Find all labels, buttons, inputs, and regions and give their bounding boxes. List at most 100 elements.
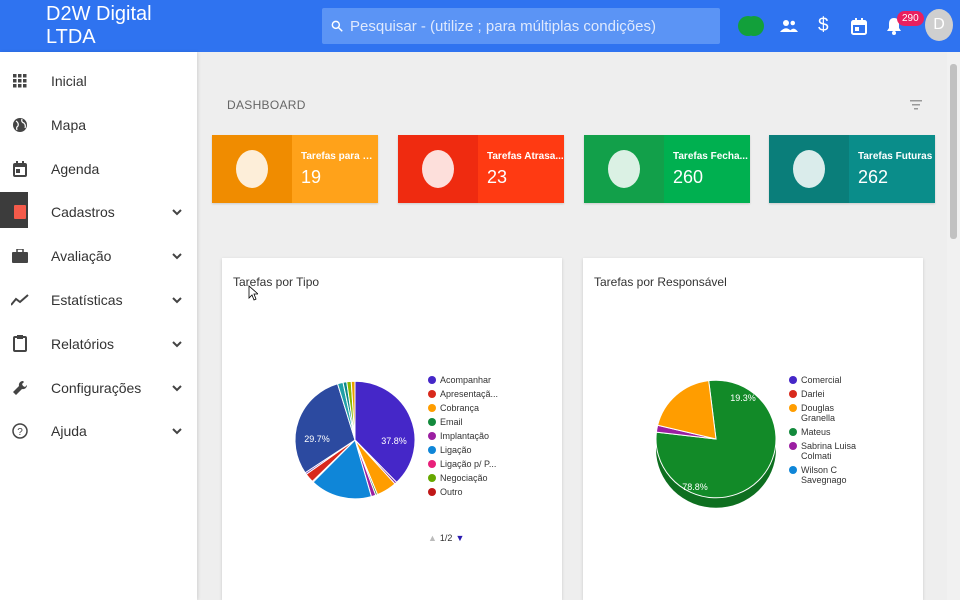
sidebar-item-ajuda[interactable]: ? Ajuda [0, 409, 197, 453]
legend-label: Acompanhar [440, 375, 492, 385]
legend-swatch [789, 404, 797, 412]
legend-swatch [428, 460, 436, 468]
search-bar[interactable] [322, 8, 720, 44]
legend-item[interactable]: Acompanhar [428, 375, 498, 385]
sidebar-item-label: Ajuda [51, 423, 87, 440]
search-input[interactable] [350, 17, 710, 35]
filter-icon[interactable] [908, 99, 924, 111]
legend-item[interactable]: Douglas Granella [789, 403, 859, 423]
chevron-down-icon[interactable] [171, 338, 183, 350]
kpi-circle-icon [793, 150, 825, 188]
trend-line-icon [11, 291, 29, 309]
legend-item[interactable]: Mateus [789, 427, 859, 437]
help-circle-icon: ? [11, 422, 29, 440]
legend-item[interactable]: Darlei [789, 389, 859, 399]
legend-swatch [428, 376, 436, 384]
legend-label: Sabrina Luisa Colmati [801, 441, 857, 461]
pie-percent-label: 78.8% [682, 482, 708, 492]
sidebar-item-label: Cadastros [51, 204, 115, 221]
legend-label: Email [440, 417, 463, 427]
brand-title[interactable]: D2W Digital LTDA [0, 0, 197, 52]
legend-item[interactable]: Email [428, 417, 498, 427]
apps-grid-icon [11, 72, 29, 90]
legend-swatch [789, 466, 797, 474]
people-icon[interactable] [780, 14, 798, 38]
page-scrollbar[interactable] [947, 52, 960, 600]
sidebar-item-label: Configurações [51, 379, 142, 396]
kpi-icon-area [398, 135, 478, 203]
legend-next-icon[interactable]: ▼ [455, 533, 464, 543]
connection-status-icon[interactable] [744, 14, 764, 38]
chevron-down-icon[interactable] [171, 294, 183, 306]
kpi-card[interactable]: Tarefas Atrasa... 23 [398, 135, 564, 203]
legend-item[interactable]: Sabrina Luisa Colmati [789, 441, 859, 461]
kpi-label: Tarefas para H... [301, 151, 378, 162]
legend-label: Mateus [801, 427, 831, 437]
sidebar-item-label: Estatísticas [51, 292, 123, 308]
sidebar-item-label: Inicial [51, 73, 87, 89]
legend-item[interactable]: Apresentaçã... [428, 389, 498, 399]
legend-item[interactable]: Negociação [428, 473, 498, 483]
kpi-label: Tarefas Atrasa... [487, 151, 564, 162]
legend-swatch [428, 474, 436, 482]
chart-card-tarefas-por-responsavel: Tarefas por Responsável 78.8% 19.3% Comer… [583, 258, 923, 600]
kpi-circle-icon [236, 150, 268, 188]
dollar-icon[interactable]: $ [818, 14, 829, 38]
legend-item[interactable]: Ligação [428, 445, 498, 455]
pie-chart-responsavel: 78.8% 19.3% [655, 379, 777, 508]
chart-legend: Acompanhar Apresentaçã... Cobrança Email Imp… [428, 375, 498, 501]
calendar-icon[interactable] [851, 14, 867, 38]
pie-chart-tipo: 37.8% 29.7% 16.7% [294, 380, 416, 519]
pie-percent-label: 29.7% [304, 434, 330, 444]
kpi-card[interactable]: Tarefas Futuras 262 [769, 135, 935, 203]
sidebar-item-cadastros[interactable]: Cadastros [0, 190, 197, 234]
legend-item[interactable]: Implantação [428, 431, 498, 441]
legend-swatch [789, 390, 797, 398]
chevron-down-icon[interactable] [171, 250, 183, 262]
stop-square-icon [11, 203, 29, 221]
legend-swatch [428, 404, 436, 412]
sidebar-item-relatorios[interactable]: Relatórios [0, 322, 197, 366]
kpi-label: Tarefas Futuras [858, 151, 933, 162]
sidebar-item-label: Relatórios [51, 335, 115, 352]
legend-item[interactable]: Comercial [789, 375, 859, 385]
legend-swatch [428, 432, 436, 440]
svg-text:?: ? [17, 427, 23, 438]
sidebar-item-estatisticas[interactable]: Estatísticas [0, 278, 197, 322]
legend-swatch [428, 390, 436, 398]
avatar[interactable]: D [925, 9, 953, 41]
legend-label: Wilson C Savegnago [801, 465, 847, 485]
sidebar-item-configuracoes[interactable]: Configurações [0, 366, 197, 410]
notification-badge: 290 [897, 11, 924, 26]
kpi-card[interactable]: Tarefas Fecha... 260 [584, 135, 750, 203]
scrollbar-thumb[interactable] [950, 64, 957, 239]
legend-label: Ligação [440, 445, 472, 455]
sidebar: Inicial Mapa Agenda Cadastros Avaliação … [0, 52, 197, 600]
legend-label: Ligação p/ P... [440, 459, 497, 469]
sidebar-item-inicial[interactable]: Inicial [0, 59, 197, 103]
sidebar-item-agenda[interactable]: Agenda [0, 147, 197, 191]
wrench-icon [11, 379, 29, 397]
kpi-icon-area [769, 135, 849, 203]
legend-item[interactable]: Wilson C Savegnago [789, 465, 859, 485]
globe-icon [11, 116, 29, 134]
kpi-card[interactable]: Tarefas para H... 19 [212, 135, 378, 203]
sidebar-item-mapa[interactable]: Mapa [0, 103, 197, 147]
pie-percent-label: 16.7% [329, 509, 355, 519]
chevron-down-icon[interactable] [171, 206, 183, 218]
legend-label: Apresentaçã... [440, 389, 499, 399]
sidebar-item-avaliacao[interactable]: Avaliação [0, 234, 197, 278]
chevron-down-icon[interactable] [171, 425, 183, 437]
legend-item[interactable]: Ligação p/ P... [428, 459, 498, 469]
legend-item[interactable]: Outro [428, 487, 498, 497]
kpi-value: 262 [858, 167, 889, 187]
legend-item[interactable]: Cobrança [428, 403, 498, 413]
legend-label: Cobrança [440, 403, 480, 413]
kpi-circle-icon [422, 150, 454, 188]
legend-prev-icon[interactable]: ▲ [428, 533, 437, 543]
legend-label: Implantação [440, 431, 490, 441]
legend-label: Negociação [440, 473, 488, 483]
search-icon [331, 20, 343, 32]
calendar-icon [11, 160, 29, 178]
chevron-down-icon[interactable] [171, 382, 183, 394]
